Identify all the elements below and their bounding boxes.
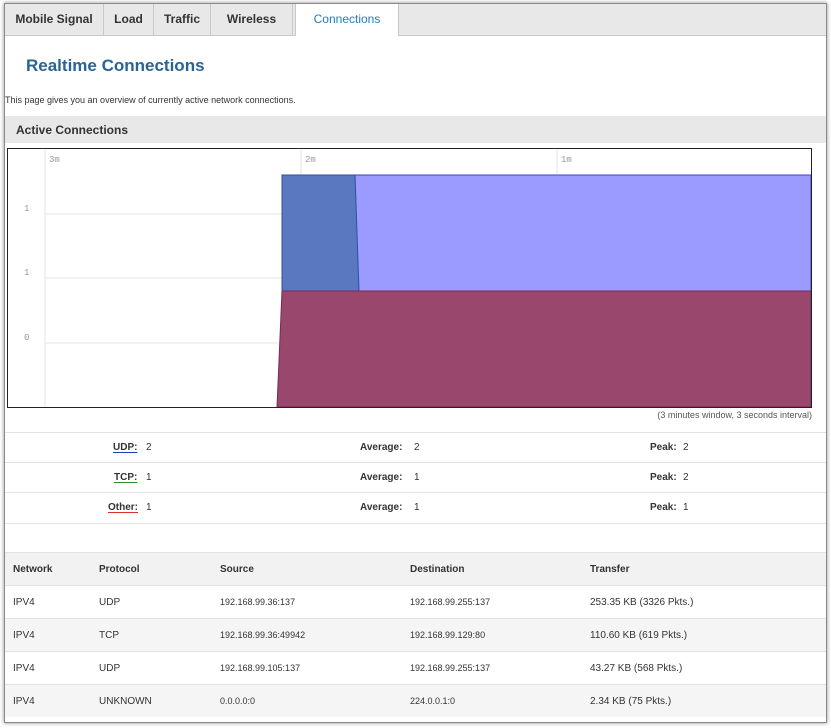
y-tick-label: 1: [24, 204, 29, 214]
table-row: IPV4 UDP 192.168.99.105:137 192.168.99.2…: [5, 651, 826, 685]
section-header: Active Connections: [5, 116, 826, 143]
udp-average: 2: [414, 442, 420, 453]
cell-protocol: UDP: [98, 585, 219, 619]
cell-source: 192.168.99.105:137: [219, 651, 409, 685]
other-average: 1: [414, 502, 420, 513]
other-average-label: Average:: [360, 502, 403, 513]
other-peak: 1: [683, 502, 689, 513]
header-protocol: Protocol: [98, 552, 219, 586]
cell-network: IPV4: [5, 585, 98, 619]
cell-transfer: 43.27 KB (568 Pkts.): [589, 651, 826, 685]
udp-label: UDP:: [113, 442, 138, 453]
connections-table: Network Protocol Source Destination Tran…: [5, 552, 826, 717]
page-description: This page gives you an overview of curre…: [5, 95, 296, 105]
cell-protocol: TCP: [98, 618, 219, 652]
connections-chart: 3m 2m 1m 1 1 0: [7, 148, 812, 408]
cell-network: IPV4: [5, 618, 98, 652]
tcp-label: TCP:: [114, 472, 138, 483]
cell-transfer: 2.34 KB (75 Pkts.): [589, 684, 826, 717]
other-current: 1: [146, 502, 152, 513]
x-tick-label: 3m: [49, 155, 60, 165]
cell-source: 192.168.99.36:49942: [219, 618, 409, 652]
other-peak-label: Peak:: [650, 502, 677, 513]
cell-source: 192.168.99.36:137: [219, 585, 409, 619]
header-source: Source: [219, 552, 409, 586]
table-header-row: Network Protocol Source Destination Tran…: [5, 552, 826, 586]
header-network: Network: [5, 552, 98, 586]
tcp-average: 1: [414, 472, 420, 483]
tcp-peak: 2: [683, 472, 689, 483]
section-title: Active Connections: [16, 123, 129, 137]
x-tick-label: 2m: [305, 155, 316, 165]
stat-row-other: Other: 1 Average: 1 Peak: 1: [5, 492, 826, 524]
tcp-peak-label: Peak:: [650, 472, 677, 483]
page-title: Realtime Connections: [26, 56, 205, 75]
cell-transfer: 253.35 KB (3326 Pkts.): [589, 585, 826, 619]
y-tick-label: 0: [24, 333, 29, 343]
table-row: IPV4 UNKNOWN 0.0.0.0:0 224.0.0.1:0 2.34 …: [5, 684, 826, 717]
udp-peak: 2: [683, 442, 689, 453]
other-label: Other:: [108, 502, 138, 513]
cell-protocol: UDP: [98, 651, 219, 685]
cell-destination: 224.0.0.1:0: [409, 684, 589, 717]
chart-interval-note: (3 minutes window, 3 seconds interval): [657, 410, 812, 420]
cell-protocol: UNKNOWN: [98, 684, 219, 717]
tcp-current: 1: [146, 472, 152, 483]
cell-transfer: 110.60 KB (619 Pkts.): [589, 618, 826, 652]
y-tick-label: 1: [24, 268, 29, 278]
header-destination: Destination: [409, 552, 589, 586]
tab-traffic[interactable]: Traffic: [154, 4, 211, 35]
tab-bar: Mobile Signal Load Traffic Wireless Conn…: [5, 4, 826, 36]
tcp-area: [281, 174, 360, 292]
tcp-average-label: Average:: [360, 472, 403, 483]
cell-destination: 192.168.99.129:80: [409, 618, 589, 652]
tab-connections[interactable]: Connections: [295, 4, 399, 36]
udp-peak-label: Peak:: [650, 442, 677, 453]
cell-network: IPV4: [5, 684, 98, 717]
connections-window: Mobile Signal Load Traffic Wireless Conn…: [4, 3, 827, 723]
table-row: IPV4 UDP 192.168.99.36:137 192.168.99.25…: [5, 585, 826, 619]
header-transfer: Transfer: [589, 552, 826, 586]
tab-mobile-signal[interactable]: Mobile Signal: [5, 4, 104, 35]
udp-current: 2: [146, 442, 152, 453]
tab-load[interactable]: Load: [104, 4, 154, 35]
cell-network: IPV4: [5, 651, 98, 685]
cell-source: 0.0.0.0:0: [219, 684, 409, 717]
stat-row-tcp: TCP: 1 Average: 1 Peak: 2: [5, 462, 826, 493]
other-area: [276, 290, 811, 407]
udp-average-label: Average:: [360, 442, 403, 453]
stat-row-udp: UDP: 2 Average: 2 Peak: 2: [5, 432, 826, 463]
table-row: IPV4 TCP 192.168.99.36:49942 192.168.99.…: [5, 618, 826, 652]
cell-destination: 192.168.99.255:137: [409, 651, 589, 685]
chart-svg: 3m 2m 1m 1 1 0: [24, 149, 811, 407]
cell-destination: 192.168.99.255:137: [409, 585, 589, 619]
tab-wireless[interactable]: Wireless: [211, 4, 293, 35]
x-tick-label: 1m: [561, 155, 572, 165]
